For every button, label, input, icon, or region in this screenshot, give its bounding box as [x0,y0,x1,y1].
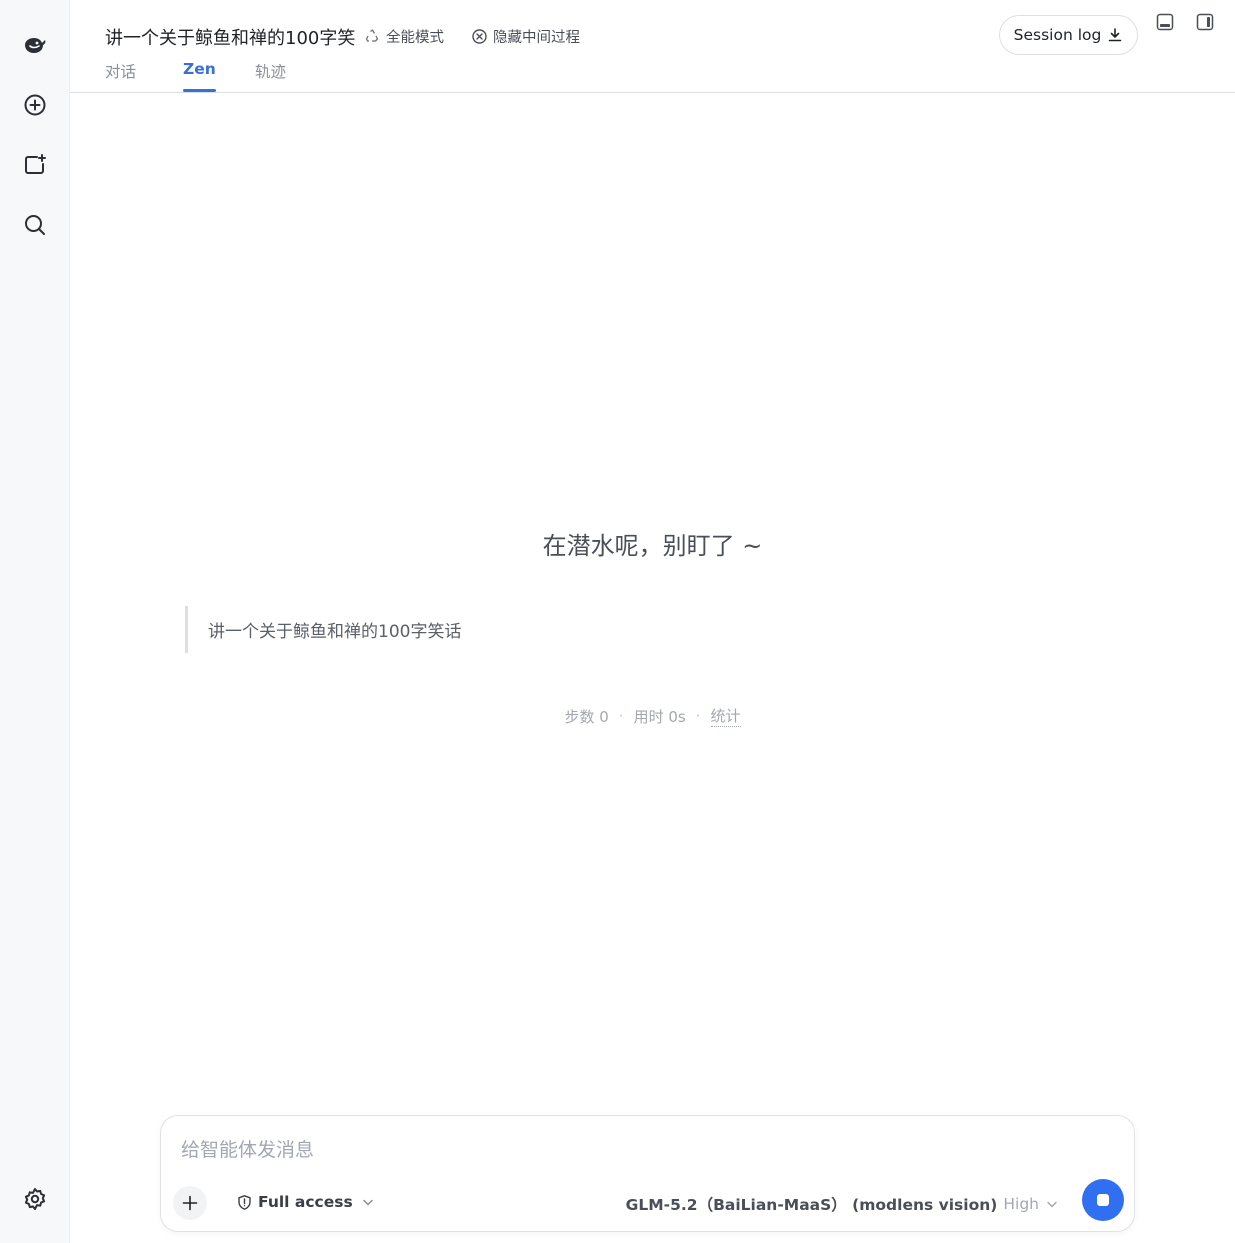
stop-icon [1097,1194,1109,1206]
new-project-icon[interactable] [15,145,55,185]
plus-icon [182,1195,198,1211]
stop-button[interactable] [1082,1179,1124,1221]
close-circle-icon [472,29,487,44]
stats-link[interactable]: 统计 [710,705,741,727]
elapsed-time: 用时 0s [633,707,686,726]
toggle-bottom-panel-icon[interactable] [1154,11,1176,33]
mode-label: 全能模式 [386,30,444,46]
search-icon[interactable] [15,205,55,245]
separator: · [695,707,701,725]
model-name: GLM-5.2（BaiLian-MaaS） (modlens vision) [625,1196,998,1214]
access-label: Full access [258,1193,353,1211]
model-selector[interactable]: GLM-5.2（BaiLian-MaaS） (modlens vision) H… [626,1193,1059,1215]
session-log-label: Session log [1013,26,1102,44]
chevron-down-icon [1047,1201,1057,1208]
download-icon [1109,28,1122,42]
whale-logo-icon[interactable] [15,25,55,65]
toggle-right-panel-icon[interactable] [1194,11,1216,33]
separator: · [618,707,624,725]
settings-icon[interactable] [15,1179,55,1219]
tab-trace[interactable]: 轨迹 [255,60,286,93]
new-chat-icon[interactable] [15,85,55,125]
tab-zen[interactable]: Zen [183,60,216,93]
shield-icon [238,1194,251,1210]
recycle-icon [365,29,379,42]
session-log-button[interactable]: Session log [999,15,1138,55]
left-rail [0,0,70,1243]
mode-toggle[interactable]: 全能模式 [364,26,444,47]
app-window: 讲一个关于鲸鱼和禅的100字笑 全能模式 隐藏中间过程 对话 Zen 轨迹 Se… [0,0,1235,1243]
hide-process-toggle[interactable]: 隐藏中间过程 [471,26,580,47]
attach-button[interactable] [173,1186,207,1220]
composer: Full access GLM-5.2（BaiLian-MaaS） (modle… [160,1115,1135,1232]
header: 讲一个关于鲸鱼和禅的100字笑 全能模式 隐藏中间过程 对话 Zen 轨迹 Se… [70,0,1235,93]
user-prompt-text: 讲一个关于鲸鱼和禅的100字笑话 [208,622,462,642]
hide-process-label: 隐藏中间过程 [493,30,580,46]
user-prompt-quote: 讲一个关于鲸鱼和禅的100字笑话 [185,606,1085,653]
message-input[interactable] [181,1134,1101,1166]
status-message: 在潜水呢，别盯了 ~ [542,532,763,560]
steps-count: 步数 0 [564,707,609,726]
chevron-down-icon [362,1199,373,1206]
access-selector[interactable]: Full access [236,1193,375,1211]
run-stats: 步数 0 · 用时 0s · 统计 [70,705,1235,727]
session-title: 讲一个关于鲸鱼和禅的100字笑 [105,28,356,49]
tab-chat[interactable]: 对话 [105,60,136,93]
reasoning-level: High [1003,1195,1039,1213]
